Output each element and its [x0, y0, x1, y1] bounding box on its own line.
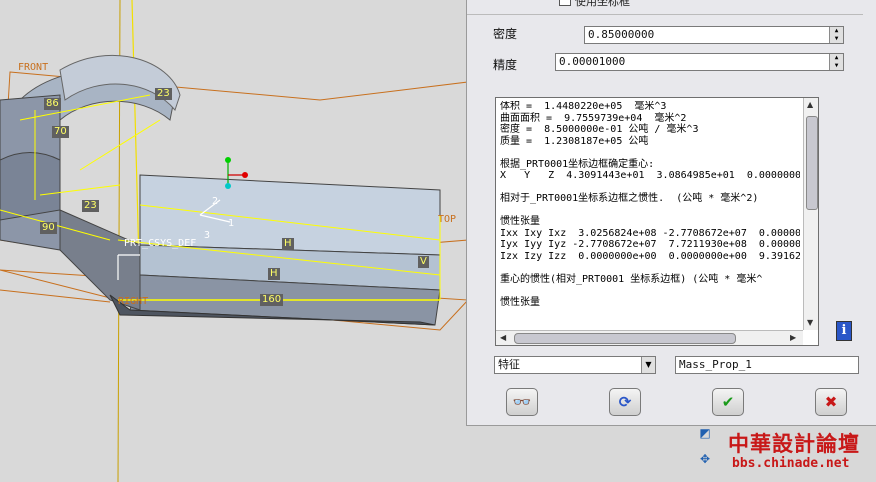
results-horizontal-scrollbar[interactable]: ◀ ▶ [496, 330, 803, 345]
feature-name-value: Mass_Prop_1 [679, 358, 752, 371]
preview-button[interactable]: 👓 [506, 388, 538, 416]
ok-button[interactable]: ✔ [712, 388, 744, 416]
results-line: 根据_PRT0001坐标边框确定重心: [500, 158, 655, 170]
separator [467, 14, 863, 15]
checkmark-icon: ✔ [721, 393, 735, 411]
results-line: 惯性张量 [500, 216, 540, 227]
mass-properties-dialog: 使用坐标框 密度 0.85000000 ▲ ▼ 精度 0.00001000 ▲ ▼ … [466, 0, 876, 426]
coord-checkbox-label: 使用坐标框 [575, 0, 630, 8]
results-line: 重心的惯性(相对_PRT0001 坐标系边框) (公吨 * 毫米^ [500, 273, 763, 285]
results-line: 体积 = 1.4480220e+05 毫米^3 [500, 101, 667, 112]
results-line: 密度 = 8.5000000e-01 公吨 / 毫米^3 [500, 124, 699, 135]
results-line: X Y Z 4.3091443e+01 3.0864985e+01 0.0000… [500, 170, 800, 181]
chevron-down-icon[interactable]: ▼ [641, 357, 655, 373]
dim-h: H [282, 238, 294, 250]
dim-h2: H [268, 268, 280, 280]
watermark-url: bbs.chinade.net [732, 456, 850, 471]
dim-v: V [418, 256, 429, 268]
results-vertical-scrollbar[interactable]: ▲ ▼ [803, 98, 818, 330]
results-text: 体积 = 1.4480220e+05 毫米^3 曲面面积 = 9.7559739e… [500, 101, 800, 326]
dim-86: 86 [44, 98, 61, 110]
scroll-left-icon[interactable]: ◀ [500, 333, 506, 342]
csys-label: PRT_CSYS_DEF [124, 238, 197, 249]
coord-checkbox[interactable] [559, 0, 571, 6]
results-line: Izx Izy Izz 0.0000000e+00 0.0000000e+00 … [500, 250, 800, 262]
datum-top-label: TOP [438, 214, 457, 225]
cancel-button[interactable]: ✖ [815, 388, 847, 416]
scroll-right-icon[interactable]: ▶ [790, 333, 796, 342]
results-line [500, 182, 800, 194]
density-value: 0.85000000 [588, 28, 655, 41]
results-textarea[interactable]: 体积 = 1.4480220e+05 毫米^3 曲面面积 = 9.7559739e… [495, 97, 819, 346]
dim-70: 70 [52, 126, 69, 138]
scroll-up-icon[interactable]: ▲ [807, 100, 813, 109]
results-line: Iyx Iyy Iyz -2.7708672e+07 7.7211930e+08… [500, 239, 800, 250]
site-watermark: 中華設計論壇 bbs.chinade.net [722, 428, 876, 482]
results-line: 惯性张量 [500, 296, 540, 308]
precision-label: 精度 [493, 58, 518, 72]
horizontal-scroll-thumb[interactable] [514, 333, 736, 344]
precision-field[interactable]: 0.00001000 ▲ ▼ [555, 53, 844, 71]
watermark-title: 中華設計論壇 [728, 432, 860, 456]
results-line: 质量 = 1.2308187e+05 公吨 [500, 135, 649, 147]
scroll-down-icon[interactable]: ▼ [807, 318, 813, 327]
glasses-icon: 👓 [512, 393, 532, 411]
close-icon: ✖ [824, 393, 838, 411]
results-line [500, 205, 800, 217]
results-line: 相对于_PRT0001坐标系边框之惯性. (公吨 * 毫米^2) [500, 193, 759, 204]
datum-right-label: RIGHT [118, 296, 149, 307]
results-line: 曲面面积 = 9.7559739e+04 毫米^2 [500, 112, 687, 124]
datum-front-label: FRONT [18, 62, 49, 73]
precision-spinner[interactable]: ▲ ▼ [829, 54, 843, 70]
density-label: 密度 [493, 27, 518, 41]
triad-1: 1 [228, 218, 235, 229]
model-graphic [0, 0, 470, 482]
vertical-scroll-thumb[interactable] [806, 116, 818, 210]
precision-value: 0.00001000 [559, 55, 626, 68]
model-viewport[interactable]: FRONT TOP RIGHT PRT_CSYS_DEF 86 70 23 90… [0, 0, 470, 482]
results-line [500, 285, 800, 297]
dim-23-top: 23 [155, 88, 172, 100]
density-spinner[interactable]: ▲ ▼ [829, 27, 843, 43]
info-icon[interactable]: i [836, 321, 852, 341]
triad-2: 2 [212, 196, 219, 207]
orient-toolbar-icon[interactable]: ✥ [697, 452, 713, 466]
dim-23: 23 [82, 200, 99, 212]
dim-160: 160 [260, 294, 284, 306]
view-toolbar-icon[interactable]: ◩ [697, 426, 713, 440]
repeat-button[interactable]: ⟳ [609, 388, 641, 416]
refresh-icon: ⟳ [618, 393, 632, 411]
feature-select-value: 特征 [498, 358, 520, 371]
results-line: Ixx Ixy Ixz 3.0256824e+08 -2.7708672e+07… [500, 227, 800, 239]
feature-select[interactable]: 特征 ▼ [494, 356, 656, 374]
dim-90: 90 [40, 222, 57, 234]
results-line [500, 147, 800, 159]
results-line [500, 262, 800, 274]
feature-name-input[interactable]: Mass_Prop_1 [675, 356, 859, 374]
triad-3: 3 [204, 230, 211, 241]
density-field[interactable]: 0.85000000 ▲ ▼ [584, 26, 844, 44]
